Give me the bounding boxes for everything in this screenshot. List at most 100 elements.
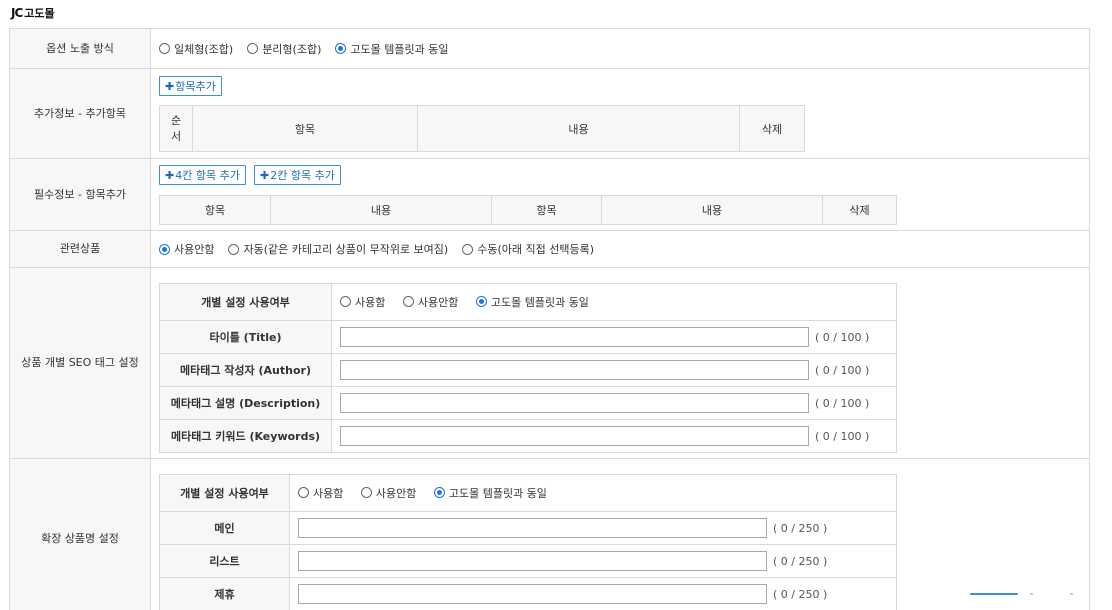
row-extra-info: 추가정보 - 추가항목 ✚ 항목추가 순서 항목 내용 삭제: [9, 69, 1090, 159]
option-display-radio-integrated[interactable]: 일체형(조합): [159, 41, 233, 57]
seo-keywords-label: 메타태그 키워드 (Keywords): [159, 419, 332, 453]
col-order: 순서: [159, 105, 193, 152]
char-count: ( 0 / 100 ): [815, 363, 870, 377]
add-4col-item-button[interactable]: ✚ 4칸 항목 추가: [159, 165, 246, 185]
radio-label: 자동(같은 카테고리 상품이 무작위로 보여짐): [243, 243, 449, 256]
seo-use-radio-use[interactable]: 사용함: [340, 294, 385, 310]
godomall-logo: JC 고도몰: [11, 6, 55, 20]
seo-author-row: 메타태그 작성자 (Author) ( 0 / 100 ): [159, 353, 897, 387]
radio-label: 고도몰 템플릿과 동일: [350, 42, 449, 56]
radio-circle: [298, 487, 309, 499]
seo-use-label: 개별 설정 사용여부: [159, 283, 332, 321]
ext-list-row: 리스트 ( 0 / 250 ): [159, 544, 897, 578]
radio-circle: [462, 243, 474, 255]
row-option-display: 옵션 노출 방식 일체형(조합) 분리형(조합) 고도몰 템플릿과 동일: [9, 29, 1090, 69]
char-count: ( 0 / 100 ): [815, 330, 870, 344]
radio-circle-selected: [159, 243, 170, 255]
option-display-radio-template[interactable]: 고도몰 템플릿과 동일: [335, 41, 448, 57]
seo-description-input[interactable]: [340, 393, 809, 413]
col-delete: 삭제: [822, 195, 897, 225]
product-settings-form: 옵션 노출 방식 일체형(조합) 분리형(조합) 고도몰 템플릿과 동일 추가정…: [9, 28, 1090, 610]
radio-label: 사용함: [355, 295, 386, 309]
radio-circle: [402, 296, 414, 308]
radio-label: 분리형(조합): [262, 42, 322, 56]
seo-use-row: 개별 설정 사용여부 사용함 사용안함 고도몰 템플릿과 동일: [159, 283, 897, 321]
seo-use-options: 사용함 사용안함 고도몰 템플릿과 동일: [331, 283, 897, 321]
radio-label: 사용안함: [375, 486, 417, 500]
ext-affiliate-input[interactable]: [298, 584, 767, 604]
seo-description-row: 메타태그 설명 (Description) ( 0 / 100 ): [159, 386, 897, 420]
radio-label: 사용안함: [174, 243, 215, 256]
radio-circle-selected: [433, 487, 445, 499]
ext-use-radio-use[interactable]: 사용함: [298, 485, 343, 501]
related-radio-auto[interactable]: 자동(같은 카테고리 상품이 무작위로 보여짐): [228, 241, 448, 257]
seo-description-label: 메타태그 설명 (Description): [159, 386, 332, 420]
option-display-label: 옵션 노출 방식: [10, 29, 151, 68]
row-required-info: 필수정보 - 항목추가 ✚ 4칸 항목 추가 ✚ 2칸 항목 추가 항목 내용 …: [9, 159, 1090, 231]
ext-main-label: 메인: [159, 511, 290, 545]
add-2col-item-button[interactable]: ✚ 2칸 항목 추가: [254, 165, 341, 185]
logo-mark: JC: [11, 6, 23, 20]
add-item-button-label: 항목추가: [175, 80, 216, 93]
scroll-dot: [1070, 593, 1073, 595]
radio-label: 수동(아래 직접 선택등록): [477, 243, 594, 256]
seo-title-row: 타이틀 (Title) ( 0 / 100 ): [159, 320, 897, 354]
ext-use-options: 사용함 사용안함 고도몰 템플릿과 동일: [289, 474, 897, 512]
col-item-1: 항목: [159, 195, 271, 225]
radio-circle: [247, 43, 259, 54]
ext-list-label: 리스트: [159, 544, 290, 578]
row-extended-name: 확장 상품명 설정 개별 설정 사용여부 사용함 사용안함 고도몰 템플릿과 동…: [9, 459, 1090, 610]
radio-circle-selected: [335, 43, 347, 54]
radio-label: 고도몰 템플릿과 동일: [490, 295, 589, 309]
seo-use-radio-unused[interactable]: 사용안함: [402, 294, 458, 310]
radio-label: 사용함: [313, 486, 344, 500]
seo-author-label: 메타태그 작성자 (Author): [159, 353, 332, 387]
ext-affiliate-row: 제휴 ( 0 / 250 ): [159, 577, 897, 610]
radio-circle-selected: [475, 296, 487, 308]
col-content-1: 내용: [270, 195, 492, 225]
plus-icon: ✚: [260, 168, 270, 182]
option-display-radio-separated[interactable]: 분리형(조합): [247, 41, 321, 57]
ext-affiliate-label: 제휴: [159, 577, 290, 610]
extra-info-label: 추가정보 - 추가항목: [10, 69, 151, 158]
char-count: ( 0 / 100 ): [815, 429, 870, 443]
row-related-products: 관련상품 사용안함 자동(같은 카테고리 상품이 무작위로 보여짐) 수동(아래…: [9, 231, 1090, 268]
col-delete: 삭제: [739, 105, 805, 152]
add-2col-button-label: 2칸 항목 추가: [270, 169, 335, 182]
char-count: ( 0 / 250 ): [773, 554, 828, 568]
extended-name-label: 확장 상품명 설정: [10, 459, 151, 610]
seo-settings-label: 상품 개별 SEO 태그 설정: [10, 268, 151, 458]
related-radio-none[interactable]: 사용안함: [159, 241, 214, 257]
plus-icon: ✚: [165, 79, 175, 93]
ext-use-radio-template[interactable]: 고도몰 템플릿과 동일: [433, 485, 547, 501]
radio-circle: [228, 243, 240, 255]
related-products-label: 관련상품: [10, 231, 151, 267]
seo-keywords-row: 메타태그 키워드 (Keywords) ( 0 / 100 ): [159, 419, 897, 453]
ext-main-input[interactable]: [298, 518, 767, 538]
seo-keywords-input[interactable]: [340, 426, 809, 446]
logo-text: 고도몰: [24, 7, 55, 20]
radio-circle: [159, 43, 170, 54]
seo-title-label: 타이틀 (Title): [159, 320, 332, 354]
extra-info-table: 순서 항목 내용 삭제: [159, 105, 805, 152]
ext-list-input[interactable]: [298, 551, 767, 571]
related-radio-manual[interactable]: 수동(아래 직접 선택등록): [462, 241, 594, 257]
radio-circle: [340, 296, 351, 308]
ext-use-label: 개별 설정 사용여부: [159, 474, 290, 512]
radio-label: 일체형(조합): [174, 42, 234, 56]
col-content: 내용: [417, 105, 740, 152]
add-item-button[interactable]: ✚ 항목추가: [159, 76, 222, 96]
add-4col-button-label: 4칸 항목 추가: [175, 169, 240, 182]
radio-label: 고도몰 템플릿과 동일: [448, 486, 547, 500]
col-item-2: 항목: [491, 195, 602, 225]
char-count: ( 0 / 100 ): [815, 396, 870, 410]
seo-author-input[interactable]: [340, 360, 809, 380]
horizontal-scroll-indicator[interactable]: [970, 593, 1018, 595]
char-count: ( 0 / 250 ): [773, 521, 828, 535]
seo-table: 개별 설정 사용여부 사용함 사용안함 고도몰 템플릿과 동일 타이틀 (Tit…: [159, 283, 897, 453]
ext-use-radio-unused[interactable]: 사용안함: [360, 485, 417, 501]
row-seo-settings: 상품 개별 SEO 태그 설정 개별 설정 사용여부 사용함 사용안함 고도몰 …: [9, 268, 1090, 459]
seo-title-input[interactable]: [340, 327, 809, 347]
required-info-table: 항목 내용 항목 내용 삭제: [159, 195, 897, 225]
seo-use-radio-template[interactable]: 고도몰 템플릿과 동일: [475, 294, 589, 310]
